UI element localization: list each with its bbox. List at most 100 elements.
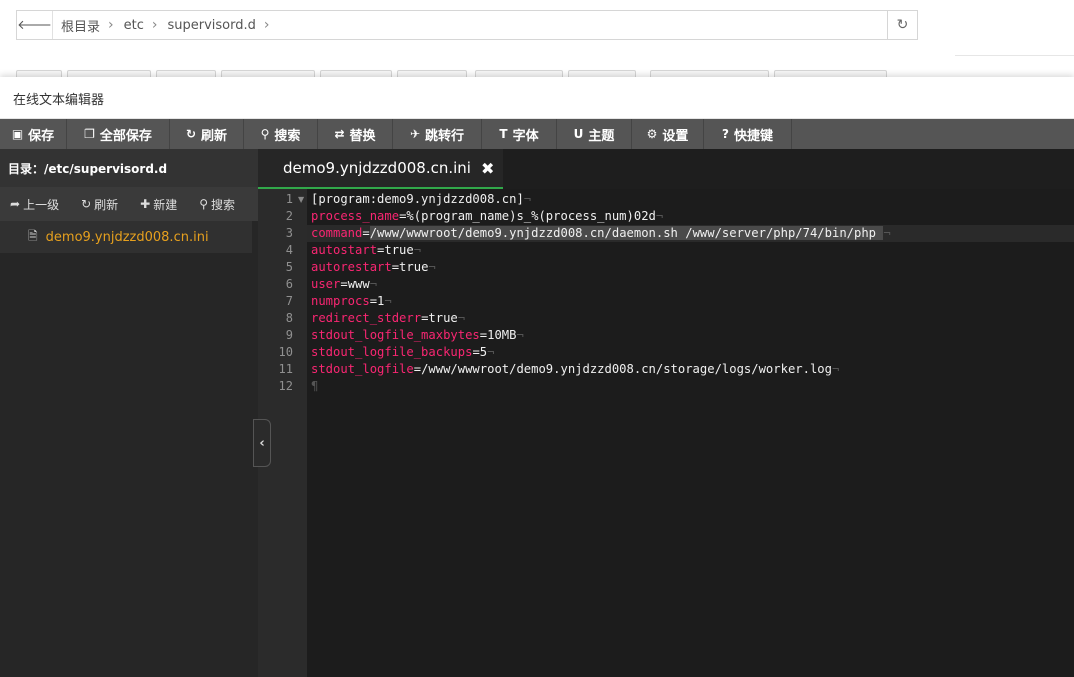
breadcrumb-item[interactable]: supervisord.d — [167, 18, 255, 33]
gear-icon: ⚙ — [646, 127, 658, 141]
back-button[interactable]: 🡐 — [17, 11, 53, 39]
code-line[interactable]: ¶ — [311, 378, 318, 395]
tab-bar: demo9.ynjdzzd008.cn.ini ✖ — [258, 149, 1074, 189]
save-all-button[interactable]: ❐ 全部保存 — [67, 119, 170, 149]
font-label: 字体 — [512, 128, 539, 144]
refresh-button[interactable]: ↻ 刷新 — [170, 119, 244, 149]
code-line[interactable]: autostart=true¬ — [311, 242, 421, 259]
config-key: numprocs — [311, 294, 370, 308]
config-value: =10MB — [479, 328, 517, 342]
config-value: =www — [340, 277, 370, 291]
refresh-icon: ↻ — [81, 197, 92, 211]
settings-button[interactable]: ⚙ 设置 — [632, 119, 704, 149]
code-line[interactable]: stdout_logfile=/www/wwwroot/demo9.ynjdzz… — [311, 361, 839, 378]
config-key: process_name — [311, 209, 400, 223]
save-all-label: 全部保存 — [99, 128, 152, 144]
settings-label: 设置 — [662, 128, 689, 144]
plus-icon: ✚ — [140, 197, 151, 211]
selected-text: /www/wwwroot/demo9.ynjdzzd008.cn/daemon.… — [369, 226, 884, 240]
tab-file[interactable]: demo9.ynjdzzd008.cn.ini ✖ — [258, 149, 503, 189]
code-line[interactable]: stdout_logfile_backups=5¬ — [311, 344, 494, 361]
sidebar-new-label: 新建 — [153, 197, 178, 212]
collapse-sidebar-button[interactable]: ‹ — [253, 419, 271, 467]
file-list-item[interactable]: 🗎 demo9.ynjdzzd008.cn.ini — [0, 221, 252, 253]
code-line[interactable]: [program:demo9.ynjdzzd008.cn]¬ — [311, 191, 531, 208]
directory-label: 目录：/etc/supervisord.d — [0, 149, 258, 187]
theme-label: 主题 — [588, 128, 615, 144]
code-line[interactable]: numprocs=1¬ — [311, 293, 392, 310]
address-refresh-button[interactable]: ↻ — [887, 11, 917, 39]
goto-label: 跳转行 — [425, 128, 465, 144]
config-value: =true — [391, 260, 429, 274]
code-line[interactable]: process_name=%(program_name)s_%(process_… — [311, 208, 663, 225]
breadcrumb-item[interactable]: 根目录 — [61, 16, 100, 35]
file-icon: 🗎 — [28, 228, 38, 243]
config-value: [program:demo9.ynjdzzd008.cn] — [311, 192, 524, 206]
refresh-icon: ↻ — [896, 17, 909, 33]
end-of-line-mark: ¬ — [369, 277, 378, 291]
end-of-line-mark: ¬ — [413, 243, 422, 257]
pin-icon: ✈ — [409, 127, 421, 141]
sidebar-up-button[interactable]: ➦ 上一级 — [10, 196, 59, 213]
config-value: =true — [377, 243, 414, 257]
config-value: =5 — [472, 345, 488, 359]
shortcuts-button[interactable]: ? 快捷键 — [704, 119, 792, 149]
magnet-icon: U — [573, 127, 584, 141]
replace-button[interactable]: ⇄ 替换 — [318, 119, 393, 149]
sidebar-search-button[interactable]: ⚲ 搜索 — [199, 196, 235, 213]
config-value: =true — [421, 311, 458, 325]
code-area[interactable]: [program:demo9.ynjdzzd008.cn]¬ process_na… — [307, 189, 1074, 677]
sidebar-search-label: 搜索 — [211, 197, 236, 212]
window-titlebar: 在线文本编辑器 — [0, 77, 1074, 119]
sidebar-up-label: 上一级 — [23, 197, 60, 212]
chevron-right-icon: › — [151, 17, 158, 33]
sidebar-new-button[interactable]: ✚ 新建 — [140, 196, 177, 213]
config-key: command — [311, 226, 363, 240]
end-of-line-mark: ¬ — [516, 328, 524, 342]
breadcrumb-item[interactable]: etc — [124, 18, 144, 33]
tab-label: demo9.ynjdzzd008.cn.ini — [283, 159, 471, 177]
config-value: =%(program_name)s_%(process_num)02d — [399, 209, 656, 223]
theme-button[interactable]: U 主题 — [557, 119, 632, 149]
line-number: 9 — [285, 328, 293, 342]
refresh-icon: ↻ — [185, 127, 197, 141]
goto-button[interactable]: ✈ 跳转行 — [393, 119, 482, 149]
line-number: 12 — [278, 379, 293, 393]
end-of-line-mark: ¬ — [457, 311, 466, 325]
code-line[interactable]: autorestart=true¬ — [311, 259, 436, 276]
file-manager-background: 🡐 根目录 › etc › supervisord.d › ↻ — [0, 0, 1074, 80]
search-button[interactable]: ⚲ 搜索 — [244, 119, 318, 149]
file-name: demo9.ynjdzzd008.cn.ini — [45, 229, 209, 245]
replace-icon: ⇄ — [334, 127, 345, 141]
text-editor-window: 在线文本编辑器 ▣ 保存 ❐ 全部保存 ↻ 刷新 ⚲ 搜索 ⇄ 替换 ✈ 跳转行 T 字体 U 主题 ⚙ 设置? 快… — [0, 77, 1074, 677]
line-number: 8 — [285, 311, 293, 325]
close-icon[interactable]: ✖ — [481, 159, 494, 178]
sidebar-toolbar: ➦ 上一级 ↻ 刷新 ✚ 新建 ⚲ 搜索 — [0, 187, 258, 221]
line-number: 11 — [278, 362, 293, 376]
code-line[interactable]: user=www¬ — [311, 276, 377, 293]
config-key: stdout_logfile — [311, 362, 414, 376]
line-number: 4 — [285, 243, 293, 257]
sidebar-refresh-button[interactable]: ↻ 刷新 — [81, 196, 118, 213]
config-key: user — [311, 277, 341, 291]
screen: 🡐 根目录 › etc › supervisord.d › ↻ 在线文本编辑器 … — [0, 0, 1074, 677]
font-button[interactable]: T 字体 — [482, 119, 557, 149]
line-number: 6 — [285, 277, 293, 291]
code-line[interactable]: stdout_logfile_maxbytes=10MB¬ — [311, 327, 524, 344]
save-button[interactable]: ▣ 保存 — [0, 119, 67, 149]
config-value: =1 — [369, 294, 385, 308]
font-icon: T — [499, 127, 508, 141]
question-icon: ? — [722, 127, 729, 141]
search-icon: ⚲ — [260, 127, 270, 141]
address-bar: 🡐 根目录 › etc › supervisord.d › ↻ — [16, 10, 918, 40]
fold-arrow-icon[interactable]: ▼ — [298, 195, 304, 204]
code-line[interactable]: command=/www/wwwroot/demo9.ynjdzzd008.cn… — [311, 225, 891, 242]
refresh-label: 刷新 — [201, 128, 228, 144]
window-title: 在线文本编辑器 — [13, 93, 105, 108]
end-of-line-mark: ¬ — [487, 345, 495, 359]
end-of-line-mark: ¬ — [384, 294, 392, 308]
config-key: stdout_logfile_backups — [311, 345, 473, 359]
arrow-left-icon: 🡐 — [17, 18, 52, 33]
share-icon: ➦ — [10, 197, 21, 211]
code-line[interactable]: redirect_stderr=true¬ — [311, 310, 465, 327]
